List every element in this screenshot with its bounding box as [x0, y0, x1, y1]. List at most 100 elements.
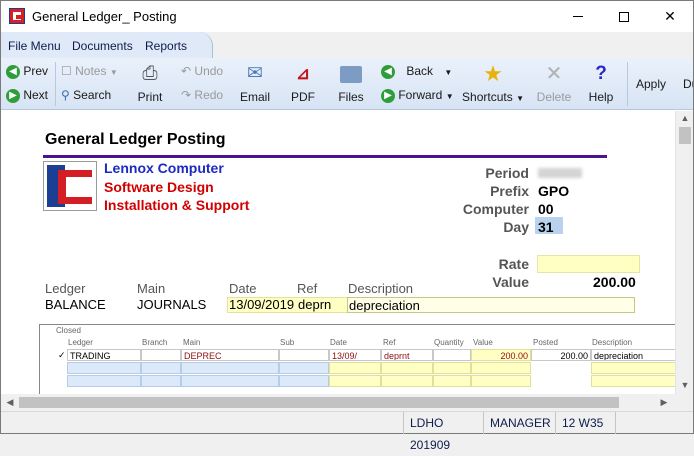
row-ledger-cell[interactable]: TRADING: [67, 349, 141, 361]
back-arrow-icon: ◀: [381, 64, 395, 79]
files-label: Files: [338, 90, 364, 104]
day-label: Day: [503, 219, 529, 235]
files-button[interactable]: Files: [335, 62, 367, 104]
printer-icon: ⎙: [142, 63, 158, 84]
redo-button[interactable]: ↷ Redo: [181, 88, 223, 102]
prefix-value[interactable]: GPO: [538, 183, 569, 199]
empty-ledger-cell[interactable]: [67, 375, 141, 387]
empty-date-cell[interactable]: [329, 362, 381, 374]
description-label: Description: [348, 281, 414, 296]
description-input[interactable]: [347, 297, 635, 313]
horizontal-scroll-thumb[interactable]: [19, 397, 619, 408]
value-amount: 200.00: [593, 274, 636, 290]
redo-label: Redo: [194, 88, 224, 102]
empty-sub-cell[interactable]: [279, 362, 329, 374]
row-closed-check[interactable]: ✓: [56, 349, 66, 361]
minimize-button[interactable]: [555, 1, 601, 32]
menu-reports[interactable]: Reports: [145, 39, 187, 53]
computer-value[interactable]: 00: [538, 201, 554, 217]
row-main-cell[interactable]: DEPREC: [181, 349, 279, 361]
forward-label: Forward: [398, 88, 443, 102]
empty-sub-cell[interactable]: [279, 375, 329, 387]
forward-arrow-icon: ▶: [381, 88, 395, 103]
menu-documents[interactable]: Documents: [72, 39, 133, 53]
empty-ledger-cell[interactable]: [67, 362, 141, 374]
ledger-value[interactable]: BALANCE: [45, 297, 106, 312]
row-quantity-cell[interactable]: [433, 349, 471, 361]
chevron-down-icon: ▼: [109, 68, 118, 77]
delete-button[interactable]: ✕ Delete: [535, 62, 573, 104]
print-button[interactable]: ⎙ Print: [135, 62, 165, 104]
email-button[interactable]: ✉ Email: [237, 62, 273, 104]
scroll-up-icon[interactable]: ▲: [676, 113, 694, 123]
rate-input[interactable]: [537, 255, 640, 273]
menu-bar: File Menu Documents Reports: [1, 32, 693, 58]
maximize-button[interactable]: [601, 1, 647, 32]
grid-header-ledger: Ledger: [68, 338, 93, 347]
horizontal-scrollbar[interactable]: ◀ ▶: [1, 394, 675, 411]
row-date-cell[interactable]: 13/09/: [329, 349, 381, 361]
prev-button[interactable]: ◀ Prev: [6, 64, 48, 79]
help-button[interactable]: ? Help: [587, 62, 615, 104]
email-icon: ✉: [247, 63, 263, 84]
undo-button[interactable]: ↶ Undo: [181, 64, 223, 78]
scroll-down-icon[interactable]: ▼: [676, 380, 694, 390]
empty-quantity-cell[interactable]: [433, 375, 471, 387]
status-week: 12 W35: [555, 412, 615, 434]
next-button[interactable]: ▶ Next: [6, 88, 48, 103]
search-label: Search: [73, 88, 112, 102]
row-ref-cell[interactable]: deprnt: [381, 349, 433, 361]
search-button[interactable]: ⚲ Search: [61, 88, 111, 102]
empty-quantity-cell[interactable]: [433, 362, 471, 374]
status-bar: LDHO 201909 MANAGER 12 W35: [1, 411, 693, 452]
row-value-cell[interactable]: 200.00: [471, 349, 531, 361]
maximize-icon: [619, 11, 629, 22]
status-extra-segment: [615, 412, 693, 434]
ref-value[interactable]: deprn: [298, 297, 331, 312]
heading-rule: [43, 155, 607, 158]
toolbar-separator: [55, 62, 56, 106]
empty-description-cell[interactable]: [591, 362, 675, 374]
chevron-down-icon: ▼: [445, 92, 454, 101]
row-branch-cell[interactable]: [141, 349, 181, 361]
next-label: Next: [23, 88, 49, 102]
empty-main-cell[interactable]: [181, 362, 279, 374]
pdf-icon: ⊿: [295, 64, 311, 83]
main-label: Main: [137, 281, 166, 296]
forward-button[interactable]: ▶ Forward ▼: [381, 88, 454, 103]
empty-value-cell[interactable]: [471, 362, 531, 374]
apply-button[interactable]: Apply: [636, 77, 666, 91]
main-value[interactable]: JOURNALS: [137, 297, 206, 312]
star-icon: ★: [483, 61, 503, 86]
close-icon: ✕: [664, 8, 676, 24]
empty-value-cell[interactable]: [471, 375, 531, 387]
postings-grid: Closed Ledger Branch Main Sub Date Ref Q…: [39, 324, 675, 394]
empty-description-cell[interactable]: [591, 375, 675, 387]
row-sub-cell[interactable]: [279, 349, 329, 361]
notes-button[interactable]: ☐ Notes ▼: [61, 64, 118, 78]
menu-file[interactable]: File Menu: [8, 39, 61, 53]
row-description-cell[interactable]: depreciation: [591, 349, 675, 361]
close-button[interactable]: ✕: [647, 1, 693, 32]
pdf-label: PDF: [291, 90, 315, 104]
vertical-scrollbar[interactable]: ▲ ▼: [675, 111, 693, 394]
empty-ref-cell[interactable]: [381, 362, 433, 374]
grid-header-date: Date: [330, 338, 347, 347]
empty-branch-cell[interactable]: [141, 375, 181, 387]
empty-branch-cell[interactable]: [141, 362, 181, 374]
arrow-left-icon: ◀: [6, 64, 20, 79]
ref-label: Ref: [297, 281, 318, 296]
date-value[interactable]: 13/09/2019: [229, 297, 294, 312]
du-button[interactable]: Du: [683, 77, 693, 91]
empty-ref-cell[interactable]: [381, 375, 433, 387]
shortcuts-button[interactable]: ★ Shortcuts ▼: [461, 61, 525, 105]
back-button[interactable]: ◀ Back ▼: [381, 64, 452, 79]
company-tagline-2: Installation & Support: [104, 197, 250, 213]
empty-main-cell[interactable]: [181, 375, 279, 387]
empty-date-cell[interactable]: [329, 375, 381, 387]
pdf-button[interactable]: ⊿ PDF: [289, 62, 317, 104]
grid-header-value: Value: [473, 338, 493, 347]
scroll-right-icon[interactable]: ▶: [655, 397, 673, 408]
scroll-left-icon[interactable]: ◀: [1, 397, 19, 408]
vertical-scroll-thumb[interactable]: [679, 127, 691, 144]
